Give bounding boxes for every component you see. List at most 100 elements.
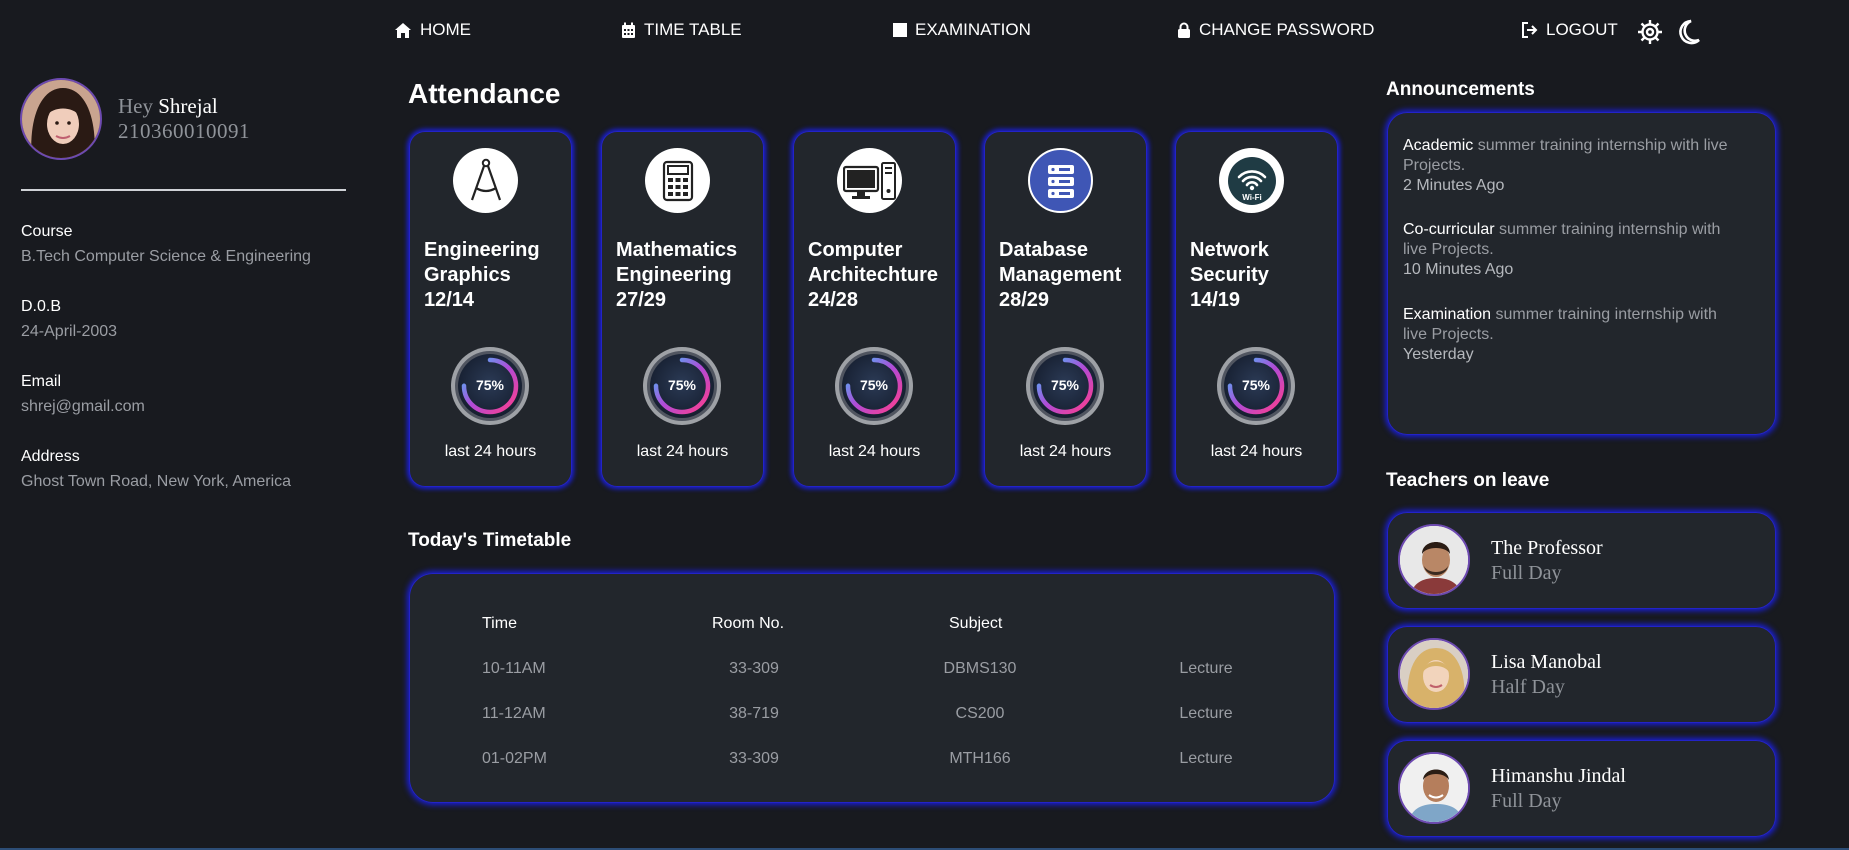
attendance-gauge: 75% [1026, 347, 1104, 425]
address-label: Address [21, 448, 80, 465]
timetable-header-subject: Subject [949, 615, 1003, 632]
wifi-icon: Wi-Fi [1219, 148, 1284, 213]
compass-icon [453, 148, 518, 213]
nav-logout-label: LOGOUT [1546, 20, 1618, 39]
logout-icon [1522, 22, 1538, 38]
timetable-header-time: Time [482, 615, 517, 632]
nav-examination-label: EXAMINATION [915, 20, 1031, 39]
address-value: Ghost Town Road, New York, America [21, 473, 292, 490]
attendance-subject: Network Security 14/19 [1190, 238, 1335, 313]
attendance-card[interactable]: Mathematics Engineering 27/29 75% last 24 h… [601, 131, 764, 487]
timetable-type: Lecture [1179, 660, 1233, 677]
settings-button[interactable] [1636, 18, 1664, 51]
teacher-leave-duration: Half Day [1491, 676, 1565, 698]
greeting-block: Hey Shrejal 210360010091 [118, 94, 250, 144]
student-name: Shrejal [158, 94, 218, 118]
nav-timetable-label: TIME TABLE [644, 20, 742, 39]
server-icon [1028, 148, 1093, 213]
attendance-count: 28/29 [999, 289, 1050, 311]
attendance-percent: 75% [476, 377, 505, 393]
dark-mode-toggle[interactable] [1675, 18, 1701, 51]
announcement-item[interactable]: Academic summer training internship with… [1403, 136, 1733, 196]
attendance-card[interactable]: Database Management 28/29 75% last 24 hours [984, 131, 1147, 487]
attendance-card[interactable]: Computer Architechture 24/28 75% last 24 ho… [793, 131, 956, 487]
subject-name: Network Security [1190, 239, 1269, 286]
teacher-photo-icon [1400, 640, 1468, 708]
email-value: shrej@gmail.com [21, 398, 145, 415]
attendance-count: 24/28 [808, 289, 859, 311]
avatar [1398, 752, 1470, 824]
dob-info: D.0.B 24-April-2003 [21, 297, 351, 342]
computer-icon [837, 148, 902, 213]
announcement-time: Yesterday [1403, 346, 1474, 363]
announcement-time: 10 Minutes Ago [1403, 261, 1514, 278]
attendance-subject: Engineering Graphics 12/14 [424, 238, 569, 313]
attendance-card[interactable]: Wi-Fi Network Security 14/19 75% last 24 hou… [1175, 131, 1338, 487]
course-label: Course [21, 223, 73, 240]
nav-change-password-label: CHANGE PASSWORD [1199, 20, 1375, 39]
announcement-item[interactable]: Examination summer training internship w… [1403, 305, 1733, 365]
attendance-gauge: 75% [1217, 347, 1295, 425]
timetable-subject: DBMS130 [943, 660, 1017, 677]
subject-name: Mathematics Engineering [616, 239, 738, 286]
attendance-card[interactable]: Engineering Graphics 12/14 75% last 24 hour… [409, 131, 572, 487]
attendance-period: last 24 hours [636, 443, 729, 460]
attendance-title: Attendance [408, 78, 561, 109]
course-info: Course B.Tech Computer Science & Enginee… [21, 222, 351, 267]
announcements-title: Announcements [1386, 79, 1535, 100]
announcement-category: Co-curricular [1403, 221, 1495, 238]
calculator-icon [645, 148, 710, 213]
profile-header: Hey Shrejal 210360010091 [20, 78, 250, 160]
top-nav: HOME TIME TABLE EXAMINATION CHANGE PASSW… [0, 0, 1849, 60]
calendar-icon [622, 22, 635, 38]
teacher-leave-duration: Full Day [1491, 562, 1562, 584]
subject-name: Computer Architechture [808, 239, 939, 286]
announcements-panel: Academic summer training internship with… [1387, 112, 1776, 435]
avatar [1398, 524, 1470, 596]
timetable-type: Lecture [1179, 705, 1233, 722]
attendance-count: 27/29 [616, 289, 667, 311]
attendance-period: last 24 hours [1019, 443, 1112, 460]
teacher-name: Himanshu Jindal [1491, 765, 1626, 787]
timetable-subject: CS200 [955, 705, 1005, 722]
attendance-period: last 24 hours [828, 443, 921, 460]
square-icon [893, 23, 907, 37]
timetable-type: Lecture [1179, 750, 1233, 767]
teacher-card[interactable]: Himanshu Jindal Full Day [1387, 740, 1776, 837]
teacher-card[interactable]: The Professor Full Day [1387, 512, 1776, 609]
course-value: B.Tech Computer Science & Engineering [21, 248, 311, 265]
timetable-header-room: Room No. [712, 615, 785, 632]
attendance-subject: Computer Architechture 24/28 [808, 238, 953, 313]
nav-examination[interactable]: EXAMINATION [893, 20, 1031, 40]
nav-home[interactable]: HOME [394, 20, 471, 40]
attendance-percent: 75% [1242, 377, 1271, 393]
timetable-subject: MTH166 [949, 750, 1011, 767]
timetable-time: 01-02PM [482, 750, 547, 767]
sidebar-divider [21, 189, 346, 191]
dob-label: D.0.B [21, 298, 62, 315]
lock-icon [1178, 22, 1190, 38]
address-info: Address Ghost Town Road, New York, Ameri… [21, 447, 351, 492]
teacher-card[interactable]: Lisa Manobal Half Day [1387, 626, 1776, 723]
teachers-on-leave-title: Teachers on leave [1386, 470, 1550, 491]
attendance-subject: Database Management 28/29 [999, 238, 1144, 313]
nav-change-password[interactable]: CHANGE PASSWORD [1177, 20, 1374, 40]
email-label: Email [21, 373, 62, 390]
timetable-room: 38-719 [729, 705, 779, 722]
timetable-title: Today's Timetable [408, 530, 572, 551]
nav-timetable[interactable]: TIME TABLE [621, 20, 742, 40]
timetable-room: 33-309 [729, 750, 779, 767]
subject-name: Engineering Graphics [424, 239, 540, 286]
announcement-category: Examination [1403, 306, 1492, 323]
dob-value: 24-April-2003 [21, 323, 118, 340]
avatar [1398, 638, 1470, 710]
timetable-time: 10-11AM [482, 660, 546, 677]
attendance-gauge: 75% [835, 347, 913, 425]
timetable-time: 11-12AM [482, 705, 546, 722]
profile-sidebar: Hey Shrejal 210360010091 Course B.Tech C… [0, 60, 350, 850]
teacher-photo-icon [1400, 526, 1468, 594]
teacher-photo-icon [1400, 754, 1468, 822]
gear-icon [1638, 20, 1662, 44]
announcement-item[interactable]: Co-curricular summer training internship… [1403, 220, 1733, 280]
nav-logout[interactable]: LOGOUT [1521, 20, 1618, 40]
